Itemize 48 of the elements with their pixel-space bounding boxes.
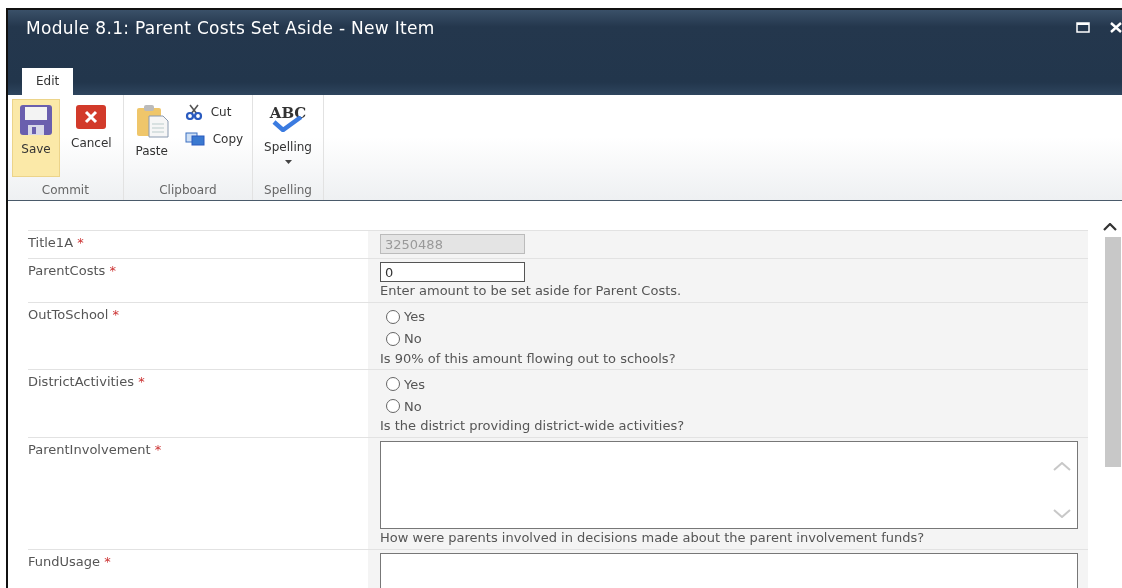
- save-button[interactable]: Save: [12, 99, 60, 177]
- cut-button[interactable]: Cut: [179, 101, 249, 123]
- paste-button[interactable]: Paste: [127, 99, 176, 177]
- field-label: OutToSchool: [28, 306, 109, 322]
- field-label: ParentInvolvement: [28, 441, 151, 457]
- ribbon-group-label: Spelling: [263, 182, 313, 199]
- ribbon-tab[interactable]: Edit: [22, 68, 74, 95]
- radio-button[interactable]: [386, 331, 400, 346]
- field-description: How were parents involved in decisions made about the parent involvement funds?: [380, 528, 926, 545]
- text-input-field[interactable]: 0: [380, 262, 525, 282]
- field-description: Is the district providing district-wide activities?: [380, 417, 686, 433]
- field-label: ParentCosts: [28, 263, 106, 278]
- required-marker: *: [154, 441, 162, 457]
- clipboard-icon: [134, 104, 169, 138]
- scroll-up-icon: [1053, 461, 1071, 471]
- required-marker: *: [104, 553, 111, 569]
- field-description: Enter amount to be set aside for Parent Costs.: [380, 282, 683, 298]
- text-area-field[interactable]: [380, 440, 1078, 529]
- field-label: Title1A: [28, 235, 74, 250]
- copy-icon: [184, 132, 205, 146]
- radio-label[interactable]: No: [404, 331, 422, 347]
- ribbon-group-label: Clipboard: [158, 182, 218, 199]
- required-marker: *: [77, 235, 84, 250]
- maximize-icon[interactable]: [1076, 21, 1090, 33]
- radio-button[interactable]: [386, 377, 400, 392]
- field-description: Is 90% of this amount flowing out to schools?: [380, 349, 677, 366]
- required-marker: *: [109, 263, 116, 278]
- radio-label[interactable]: No: [404, 398, 422, 414]
- close-icon[interactable]: [1110, 21, 1122, 33]
- required-marker: *: [112, 306, 120, 322]
- required-marker: *: [138, 374, 145, 390]
- radio-label[interactable]: Yes: [404, 376, 425, 392]
- copy-button[interactable]: Copy: [179, 129, 249, 149]
- field-label: FundUsage: [28, 553, 100, 569]
- cancel-button[interactable]: Cancel: [64, 99, 119, 177]
- scroll-up-icon: [1103, 223, 1117, 231]
- scroll-down-icon: [1053, 508, 1071, 518]
- field-label: DistrictActivities: [28, 374, 134, 390]
- dropdown-caret-icon: [284, 160, 292, 164]
- text-area-field[interactable]: [380, 552, 1078, 588]
- window-title: Module 8.1: Parent Costs Set Aside - New Item: [26, 18, 435, 38]
- close-icon: [75, 104, 108, 130]
- radio-label[interactable]: Yes: [404, 309, 425, 325]
- radio-button[interactable]: [386, 399, 400, 414]
- spelling-button[interactable]: ABC Spelling: [257, 99, 319, 177]
- ribbon-group-label: Commit: [40, 182, 90, 199]
- radio-button[interactable]: [386, 309, 400, 324]
- scissors-icon: [184, 104, 203, 120]
